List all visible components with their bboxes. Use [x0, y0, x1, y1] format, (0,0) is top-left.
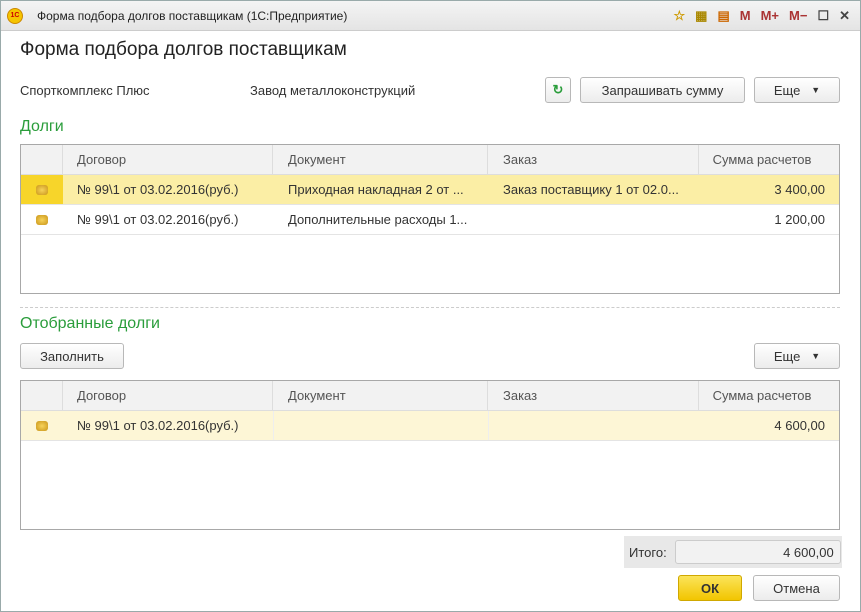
cell-order: [488, 411, 699, 440]
organization-label: Спорткомплекс Плюс: [20, 83, 150, 98]
total-panel: Итого: 4 600,00: [624, 536, 842, 568]
cancel-button[interactable]: Отмена: [753, 575, 840, 601]
table-header: Договор Документ Заказ Сумма расчетов: [21, 381, 839, 411]
maximize-icon[interactable]: ☐: [817, 8, 829, 24]
cell-order: Заказ поставщику 1 от 02.0...: [503, 182, 679, 197]
debts-heading: Долги: [20, 118, 64, 135]
chevron-down-icon: ▼: [811, 351, 821, 361]
selected-debts-table: Договор Документ Заказ Сумма расчетов № …: [20, 380, 840, 530]
column-header[interactable]: Договор: [63, 145, 273, 174]
calculator-icon[interactable]: ▦: [695, 8, 707, 24]
cell-contract: № 99\1 от 03.02.2016(руб.): [77, 212, 239, 227]
column-header[interactable]: Сумма расчетов: [699, 381, 839, 410]
column-header[interactable]: Документ: [273, 381, 488, 410]
ok-button[interactable]: ОК: [678, 575, 742, 601]
window-title: Форма подбора долгов поставщикам (1С:Пре…: [37, 8, 348, 23]
coins-icon: [36, 420, 48, 431]
divider: [20, 307, 840, 308]
debts-table: Договор Документ Заказ Сумма расчетов № …: [20, 144, 840, 294]
table-row[interactable]: № 99\1 от 03.02.2016(руб.) 4 600,00: [21, 411, 839, 441]
title-bar: 1С Форма подбора долгов поставщикам (1С:…: [1, 1, 860, 31]
refresh-icon: ↻: [552, 82, 564, 97]
more-label: Еще: [773, 348, 801, 364]
more-button[interactable]: Еще ▼: [754, 77, 840, 103]
calendar-icon[interactable]: ▤: [717, 8, 729, 24]
memory-plus-button[interactable]: M+: [761, 8, 779, 23]
favorite-icon[interactable]: ☆: [674, 8, 686, 24]
coins-icon: [36, 184, 48, 195]
more-button-selected[interactable]: Еще ▼: [754, 343, 840, 369]
table-row[interactable]: № 99\1 от 03.02.2016(руб.) Приходная нак…: [21, 175, 839, 205]
close-icon[interactable]: ✕: [839, 8, 850, 24]
memory-button[interactable]: M: [740, 8, 751, 23]
column-header[interactable]: Заказ: [488, 381, 699, 410]
ask-sum-button[interactable]: Запрашивать сумму: [580, 77, 745, 103]
cell-document: Дополнительные расходы 1...: [288, 212, 468, 227]
coins-icon: [36, 214, 48, 225]
total-label: Итого:: [629, 544, 667, 560]
table-row[interactable]: № 99\1 от 03.02.2016(руб.) Дополнительны…: [21, 205, 839, 235]
page-title: Форма подбора долгов поставщикам: [20, 39, 347, 60]
cell-contract: № 99\1 от 03.02.2016(руб.): [77, 182, 239, 197]
column-header[interactable]: Заказ: [488, 145, 699, 174]
1c-logo-icon: 1С: [7, 7, 23, 24]
cell-sum: 4 600,00: [774, 418, 825, 433]
table-header: Договор Документ Заказ Сумма расчетов: [21, 145, 839, 175]
column-header[interactable]: Документ: [273, 145, 488, 174]
refresh-button[interactable]: ↻: [545, 77, 571, 103]
supplier-label: Завод металлоконструкций: [250, 83, 416, 98]
memory-minus-button[interactable]: M−: [789, 8, 807, 23]
window: 1С Форма подбора долгов поставщикам (1С:…: [0, 0, 861, 612]
chevron-down-icon: ▼: [811, 85, 821, 95]
column-header[interactable]: Договор: [63, 381, 273, 410]
column-header[interactable]: Сумма расчетов: [699, 145, 839, 174]
cell-document: [273, 411, 488, 440]
fill-button[interactable]: Заполнить: [20, 343, 124, 369]
more-label: Еще: [773, 82, 801, 98]
cell-document: Приходная накладная 2 от ...: [288, 182, 464, 197]
cell-sum: 1 200,00: [774, 212, 825, 227]
cell-contract: № 99\1 от 03.02.2016(руб.): [77, 418, 239, 433]
cell-sum: 3 400,00: [774, 182, 825, 197]
total-field: 4 600,00: [674, 540, 841, 564]
selected-debts-heading: Отобранные долги: [20, 315, 160, 332]
